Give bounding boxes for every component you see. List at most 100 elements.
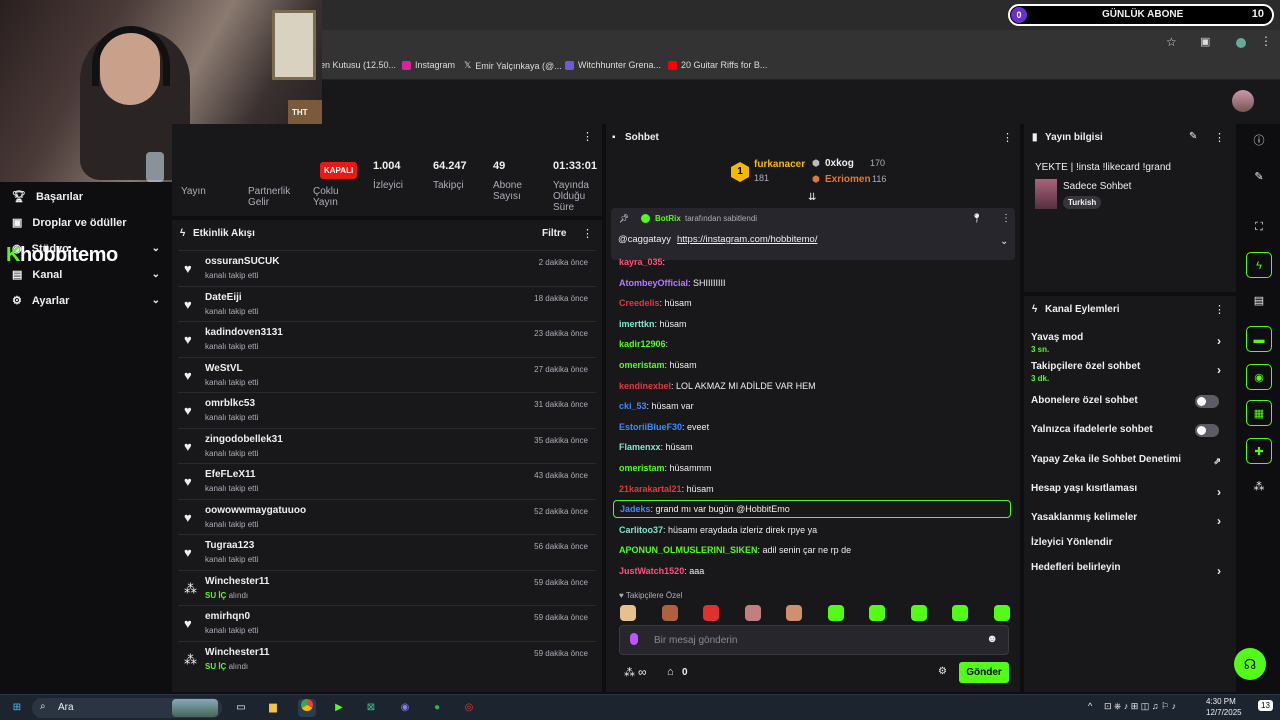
lightning-icon[interactable]: ϟ [1246, 252, 1272, 278]
bookmark-item[interactable]: len Kutusu (12.50... [318, 60, 396, 70]
bookmark-item[interactable]: 20 Guitar Riffs for B... [668, 60, 767, 70]
taskbar-search[interactable]: ⌕ Ara [32, 698, 222, 718]
document-icon[interactable]: ▤ [1246, 288, 1272, 314]
windows-start-icon[interactable]: ⊞ [8, 699, 26, 717]
activity-row[interactable]: ♥ DateEiji kanalı takip etti 18 dakika ö… [178, 285, 596, 320]
leader-name[interactable]: furkanacer [754, 159, 805, 170]
settings-gear-icon[interactable]: ⚙ [938, 666, 947, 677]
leader-name[interactable]: Exriomen [825, 174, 871, 185]
category-name[interactable]: Sadece Sohbet [1063, 181, 1131, 192]
activity-row[interactable]: ♥ zingodobellek31 kanalı takip etti 35 d… [178, 427, 596, 462]
activity-row[interactable]: ♥ ossuranSUCUK kanalı takip etti 2 dakik… [178, 250, 596, 284]
extensions-icon[interactable]: ▣ [1200, 35, 1210, 48]
layout-icon[interactable]: ▦ [1246, 400, 1272, 426]
chat-username[interactable]: AtombeyOfficial [619, 278, 688, 288]
avatar[interactable] [1232, 90, 1254, 112]
bookmark-item[interactable]: 𝕏 Emir Yalçınkaya (@... [464, 60, 562, 71]
expand-icon[interactable]: ⇊ [808, 192, 816, 203]
chat-username[interactable]: Carlitoo37 [619, 525, 663, 535]
action-item[interactable]: Takipçilere özel sohbet 3 dk. › [1031, 361, 1227, 383]
action-item[interactable]: Yavaş mod 3 sn. › [1031, 332, 1227, 354]
action-item[interactable]: Hesap yaşı kısıtlaması › [1031, 483, 1227, 499]
activity-username[interactable]: zingodobellek31 [205, 434, 283, 445]
chat-username[interactable]: imerttkn [619, 319, 655, 329]
activity-username[interactable]: Winchester11 [205, 576, 269, 587]
emoji-icon[interactable]: ☻ [986, 633, 998, 645]
nav-item-settings[interactable]: ⚙ Ayarlar ⌄ [12, 294, 160, 308]
menu-icon[interactable]: ⋮ [1260, 34, 1272, 48]
activity-row[interactable]: ♥ oowowwmaygatuuoo kanalı takip etti 52 … [178, 498, 596, 533]
activity-row[interactable]: ⁂ Winchester11 SU İÇ alındı 59 dakika ön… [178, 569, 596, 604]
action-item[interactable]: Yalnızca ifadelerle sohbet [1031, 424, 1227, 437]
activity-row[interactable]: ♥ omrblkc53 kanalı takip etti 31 dakika … [178, 392, 596, 426]
chrome-icon[interactable] [298, 699, 316, 717]
activity-username[interactable]: oowowwmaygatuuoo [205, 505, 306, 516]
bookmark-item[interactable]: Witchhunter Grena... [565, 60, 661, 70]
activity-row[interactable]: ⁂ Winchester11 SU İÇ alındı 59 dakika ön… [178, 640, 596, 675]
activity-username[interactable]: Winchester11 [205, 647, 269, 658]
action-item[interactable]: Yasaklanmış kelimeler › [1031, 512, 1227, 528]
xbox-icon[interactable]: ⊠ [362, 699, 380, 717]
tag-badge[interactable]: Turkish [1063, 196, 1102, 209]
activity-username[interactable]: kadindoven3131 [205, 327, 283, 338]
clock-date[interactable]: 12/7/2025 [1206, 708, 1242, 717]
tray-chevron-icon[interactable]: ^ [1088, 701, 1092, 711]
nav-item-drops[interactable]: ▣ Droplar ve ödüller [12, 216, 160, 230]
activity-row[interactable]: ♥ EfeFLeX11 kanalı takip etti 43 dakika … [178, 463, 596, 497]
chat-username[interactable]: omeristam [619, 360, 665, 370]
activity-row[interactable]: ♥ WeStVL kanalı takip etti 27 dakika önc… [178, 356, 596, 391]
chat-username[interactable]: APONUN_OLMUSLERINI_SIKEN [619, 545, 758, 555]
more-icon[interactable]: ⋮ [1214, 303, 1225, 316]
activity-row[interactable]: ♥ Tugraa123 kanalı takip etti 56 dakika … [178, 534, 596, 568]
emote-icon[interactable] [910, 605, 927, 621]
activity-username[interactable]: ossuranSUCUK [205, 256, 279, 267]
emote-icon[interactable] [827, 605, 844, 621]
action-item[interactable]: Hedefleri belirleyin › [1031, 562, 1227, 578]
chevron-down-icon[interactable]: ⌄ [1000, 236, 1008, 247]
crop-icon[interactable]: ⛶ [1246, 214, 1272, 240]
more-icon[interactable]: ⋮ [582, 130, 593, 143]
pinned-link[interactable]: https://instagram.com/hobbitemo/ [677, 234, 817, 245]
action-item[interactable]: Yapay Zeka ile Sohbet Denetimi ⇗ [1031, 454, 1227, 466]
send-button[interactable]: Gönder [959, 662, 1009, 683]
chat-username[interactable]: omeristam [619, 463, 665, 473]
clock-time[interactable]: 4:30 PM [1206, 697, 1236, 706]
more-icon[interactable]: ⋮ [582, 227, 593, 240]
chat-username[interactable]: 21karakartal21 [619, 484, 682, 494]
activity-row[interactable]: ♥ emirhqn0 kanalı takip etti 59 dakika ö… [178, 605, 596, 639]
task-view-icon[interactable]: ▭ [232, 699, 250, 717]
action-item[interactable]: Abonelere özel sohbet [1031, 395, 1227, 408]
emote-icon[interactable] [703, 605, 719, 621]
notification-badge[interactable]: 13 [1258, 700, 1273, 711]
chat-username[interactable]: EstoriiBlueF30 [619, 422, 682, 432]
emote-icon[interactable] [620, 605, 636, 621]
emote-icon[interactable] [869, 605, 885, 621]
profile-icon[interactable] [1236, 38, 1246, 48]
emote-icon[interactable] [952, 605, 968, 621]
broadcast-icon[interactable]: ◉ [1246, 364, 1272, 390]
nav-item-channel[interactable]: ▤ Kanal ⌄ [12, 268, 160, 282]
info-circle-icon[interactable]: ⓘ [1246, 128, 1272, 154]
chat-username[interactable]: JustWatch1520 [619, 566, 684, 576]
leader-name[interactable]: 0xkog [825, 158, 854, 169]
unpin-icon[interactable]: 📍︎ [971, 213, 982, 224]
filter-button[interactable]: Filtre [542, 228, 566, 239]
kick-app-icon[interactable]: ▶ [330, 699, 348, 717]
emote-icon[interactable] [786, 605, 802, 621]
share-icon[interactable]: ⁂ [1246, 474, 1272, 500]
more-icon[interactable]: ⋮ [1002, 131, 1013, 144]
chat-bubble-icon[interactable]: ▬ [1246, 326, 1272, 352]
emote-icon[interactable] [993, 605, 1010, 621]
bookmark-item[interactable]: Instagram [402, 60, 455, 70]
edit-icon[interactable]: ✎ [1189, 131, 1197, 142]
nav-item-achievements[interactable]: 🏆︎ Başarılar [12, 190, 160, 204]
chat-username[interactable]: kendinexbel [619, 381, 671, 391]
tray-icons[interactable]: ⊡ ⎈ ♪ ⊞ ◫ ♫ ⚐ ♪ [1104, 701, 1176, 712]
more-icon[interactable]: ⋮ [1001, 213, 1011, 224]
gift-icon[interactable]: ⌂ [667, 666, 674, 678]
pencil-icon[interactable]: ✎ [1246, 164, 1272, 190]
chat-username[interactable]: Creedelis [619, 298, 660, 308]
chat-input[interactable]: Bir mesaj gönderin ☻ [619, 625, 1009, 655]
file-explorer-icon[interactable]: ▆ [264, 699, 282, 717]
emote-icon[interactable] [661, 605, 678, 621]
